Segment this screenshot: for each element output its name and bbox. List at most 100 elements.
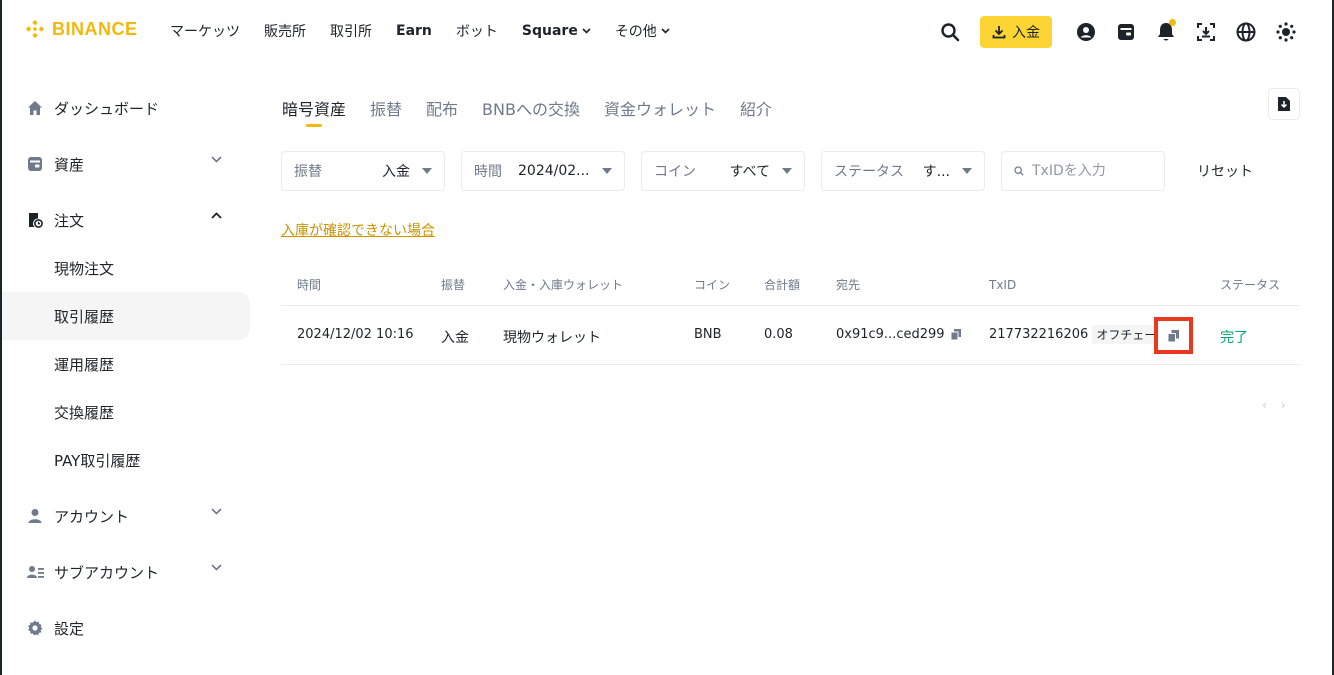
sidebar-item-label: ダッシュボード (54, 99, 160, 118)
filter-value: 2024/02... (518, 163, 590, 179)
sidebar-item-orders[interactable]: 注文 (2, 196, 250, 244)
language-button[interactable] (1226, 15, 1266, 49)
filter-coin-select[interactable]: コイン すべて (641, 151, 805, 191)
filter-value: すべて (729, 164, 770, 180)
sidebar-item-label: アカウント (54, 507, 130, 526)
chevron-down-icon (582, 28, 591, 34)
notifications-button[interactable] (1146, 15, 1186, 49)
nav-retail[interactable]: 販売所 (264, 21, 306, 41)
orders-icon (26, 211, 44, 229)
cell-txid: 217732216206 オフチェーン (989, 325, 1165, 344)
search-icon (941, 23, 960, 42)
txid-copy-button-highlighted[interactable] (1154, 317, 1193, 354)
tab-referral[interactable]: 紹介 (740, 96, 772, 120)
filter-time-select[interactable]: 時間 2024/02... (461, 151, 625, 191)
nav-bots[interactable]: ボット (456, 21, 498, 41)
tab-label: 配布 (426, 100, 459, 119)
cell-coin: BNB (694, 327, 722, 342)
col-header-status: ステータス (1220, 278, 1281, 292)
sidebar-item-dashboard[interactable]: ダッシュボード (2, 84, 250, 132)
filter-label: 時間 (474, 164, 502, 180)
nav-exchange[interactable]: 取引所 (330, 21, 372, 41)
sidebar-item-settings[interactable]: 設定 (2, 604, 250, 652)
export-icon (1278, 97, 1290, 111)
search-button[interactable] (930, 15, 970, 49)
theme-button[interactable] (1266, 15, 1306, 49)
nav-more[interactable]: その他 (615, 21, 670, 41)
wallet-button[interactable] (1106, 15, 1146, 49)
reset-button[interactable]: リセット (1197, 161, 1253, 181)
sidebar-sub-pay-history[interactable]: PAY取引履歴 (2, 436, 250, 484)
wallet-icon (26, 155, 44, 173)
home-icon (26, 99, 44, 117)
filter-label: コイン (654, 164, 696, 180)
sidebar-item-label: 設定 (54, 619, 85, 638)
nav-earn[interactable]: Earn (396, 21, 432, 41)
sidebar-item-account[interactable]: アカウント (2, 492, 250, 540)
tab-bnb-convert[interactable]: BNBへの交換 (482, 96, 580, 120)
top-header: BINANCE マーケッツ 販売所 取引所 Earn ボット Square その… (0, 0, 1334, 64)
tab-crypto[interactable]: 暗号資産 (282, 96, 347, 127)
next-page-icon[interactable]: › (1281, 398, 1286, 412)
deposit-not-arrived-link[interactable]: 入庫が確認できない場合 (281, 220, 435, 240)
chevron-down-icon (661, 28, 670, 34)
sidebar-item-label: 注文 (54, 211, 85, 230)
deposit-label: 入金 (1012, 25, 1040, 41)
header-actions: 入金 (930, 15, 1306, 49)
cell-address: 0x91c9...ced299 (836, 327, 961, 342)
col-header-wallet: 入金・入庫ウォレット (503, 278, 624, 292)
sidebar-item-assets[interactable]: 資産 (2, 140, 250, 188)
tab-funding-wallet[interactable]: 資金ウォレット (604, 96, 716, 120)
sidebar-sub-earn-history[interactable]: 運用履歴 (2, 340, 250, 388)
sidebar-sub-label: 取引履歴 (54, 307, 115, 326)
chevron-down-icon (211, 564, 222, 571)
sidebar-item-sub-account[interactable]: サブアカウント (2, 548, 250, 596)
tab-transfer[interactable]: 振替 (370, 96, 402, 120)
tab-distribution[interactable]: 配布 (426, 96, 458, 120)
binance-logo[interactable]: BINANCE (24, 18, 138, 40)
txid-search-input[interactable] (1032, 163, 1152, 179)
brand-name: BINANCE (52, 18, 138, 39)
tab-label: 振替 (370, 100, 403, 119)
main-nav: マーケッツ 販売所 取引所 Earn ボット Square その他 (170, 21, 694, 41)
nav-markets[interactable]: マーケッツ (170, 21, 240, 41)
nav-square[interactable]: Square (522, 21, 591, 41)
search-icon (1014, 166, 1024, 176)
sidebar-sub-label: 現物注文 (54, 259, 115, 278)
txid-search[interactable] (1001, 151, 1165, 191)
user-icon (26, 507, 44, 525)
filter-type-select[interactable]: 振替 入金 (281, 151, 445, 191)
tab-label: 暗号資産 (282, 100, 347, 119)
user-circle-icon (1077, 23, 1095, 41)
copy-icon[interactable] (950, 329, 961, 340)
cell-time: 2024/12/02 10:16 (297, 327, 414, 342)
caret-down-icon (602, 168, 612, 174)
copy-icon (1168, 329, 1179, 342)
deposit-button[interactable]: 入金 (980, 16, 1052, 48)
download-app-button[interactable] (1186, 15, 1226, 49)
export-button[interactable] (1268, 88, 1300, 120)
sub-account-icon (26, 563, 44, 581)
cell-status: 完了 (1220, 330, 1248, 346)
chevron-up-icon (211, 212, 222, 219)
sidebar-sub-convert-history[interactable]: 交換履歴 (2, 388, 250, 436)
col-header-coin: コイン (694, 278, 731, 292)
filter-label: ステータス (834, 164, 904, 180)
cell-type: 入金 (441, 330, 469, 346)
history-tabs: 暗号資産 振替 配布 BNBへの交換 資金ウォレット 紹介 (282, 96, 772, 127)
globe-icon (1236, 22, 1256, 42)
chevron-down-icon (211, 508, 222, 515)
sidebar-sub-trade-history[interactable]: 取引履歴 (2, 292, 250, 340)
filter-status-select[interactable]: ステータス す... (821, 151, 985, 191)
sidebar-sub-spot-orders[interactable]: 現物注文 (2, 244, 250, 292)
notification-dot (1169, 19, 1176, 26)
tab-label: BNBへの交換 (482, 100, 580, 119)
sidebar-item-label: 資産 (54, 155, 85, 174)
nav-label: マーケッツ (170, 24, 240, 40)
table-row: 2024/12/02 10:16 入金 現物ウォレット BNB 0.08 0x9… (281, 306, 1300, 365)
profile-button[interactable] (1066, 15, 1106, 49)
sidebar-sub-label: 運用履歴 (54, 355, 115, 374)
prev-page-icon[interactable]: ‹ (1262, 398, 1267, 412)
chevron-down-icon (211, 156, 222, 163)
filter-bar: 振替 入金 時間 2024/02... コイン すべて ステータス す... リ… (281, 151, 1253, 191)
